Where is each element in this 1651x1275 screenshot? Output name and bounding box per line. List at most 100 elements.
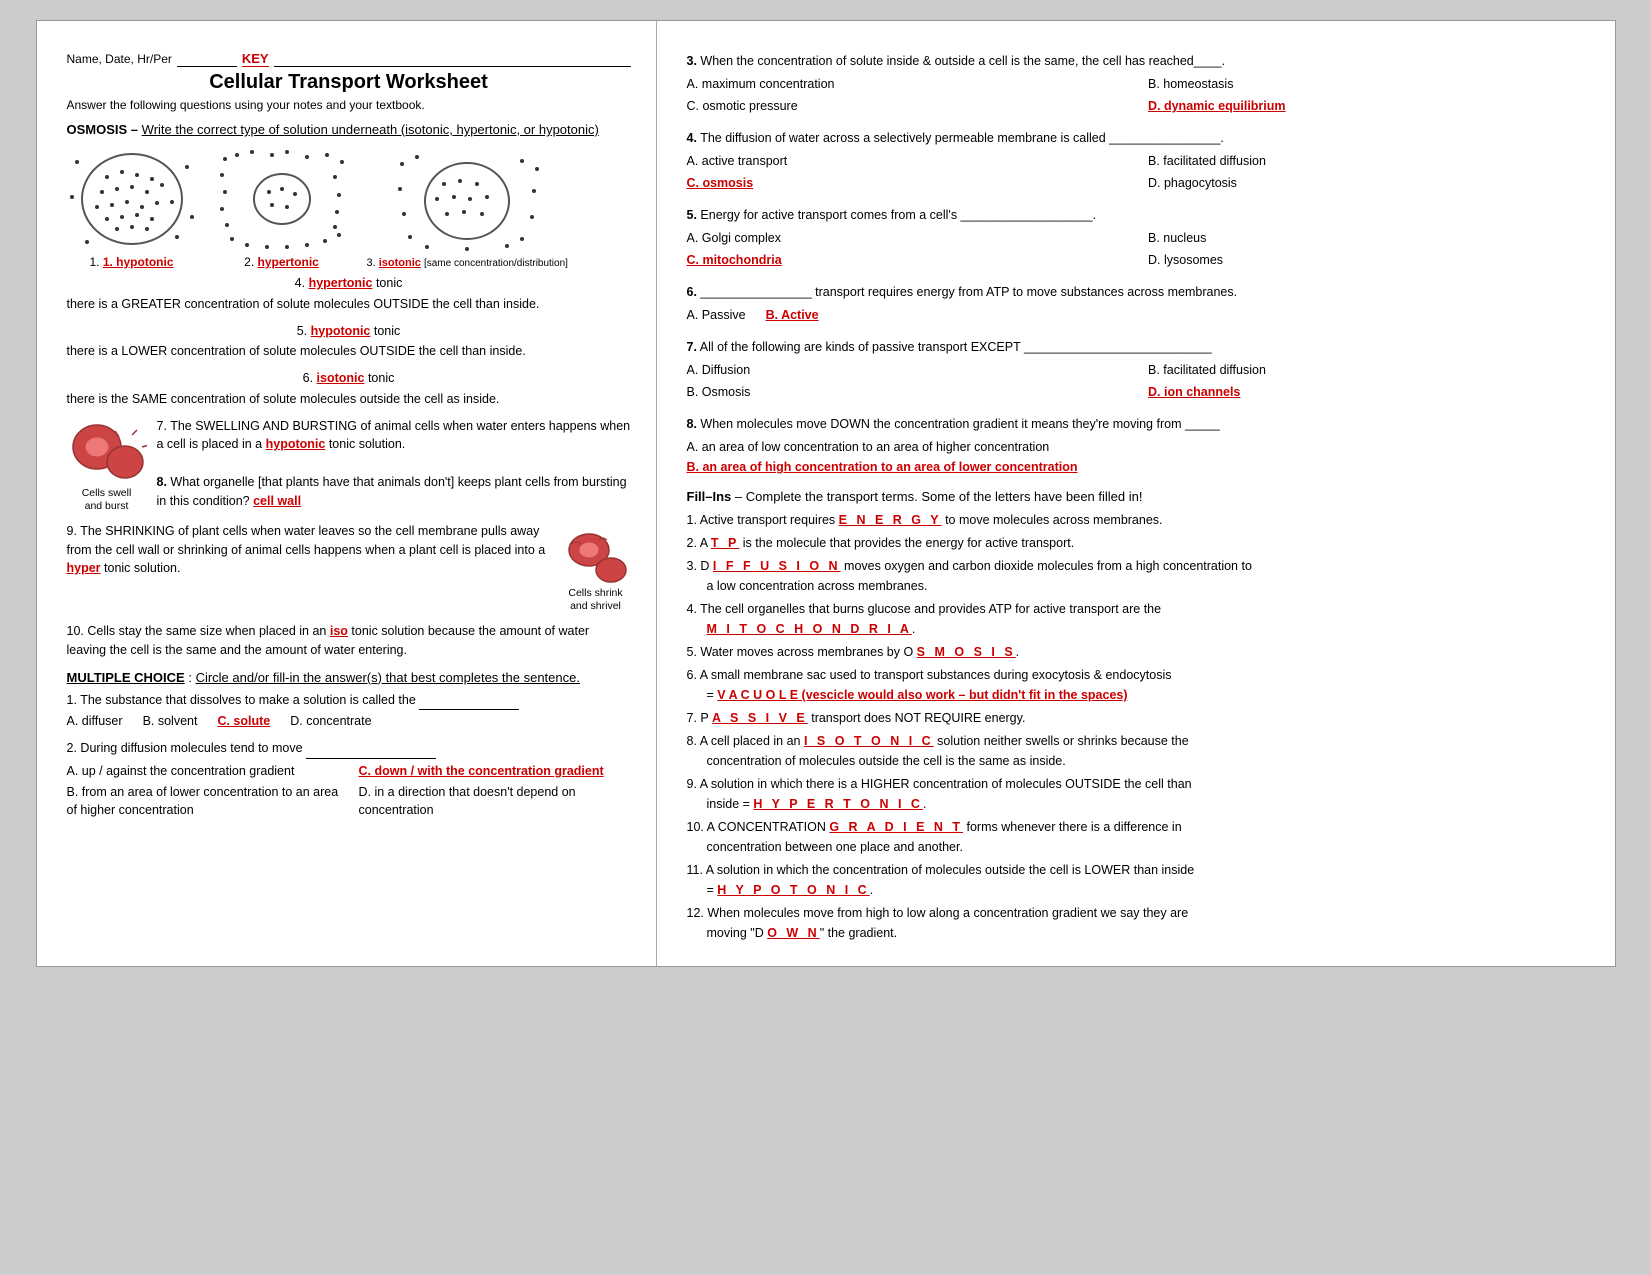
mc2-options: A. up / against the concentration gradie…: [67, 762, 631, 820]
left-column: Name, Date, Hr/Per KEY Cellular Transpor…: [37, 21, 657, 966]
q4-text: tonic: [376, 276, 402, 290]
rq5-block: 5. Energy for active transport comes fro…: [687, 205, 1590, 270]
fill-1: 1. Active transport requires E N E R G Y…: [687, 510, 1590, 530]
rq7-opt-d: D. ion channels: [1148, 382, 1590, 402]
mc2-opt-c: C. down / with the concentration gradien…: [359, 762, 631, 781]
mc1-num: 1.: [67, 693, 77, 707]
rq6-opt-a: A. Passive: [687, 305, 746, 325]
q4-detail: there is a GREATER concentration of solu…: [67, 295, 631, 314]
hypotonic-svg: [67, 147, 197, 252]
fill-5: 5. Water moves across membranes by O S M…: [687, 642, 1590, 662]
rq6-block: 6. ________________ transport requires e…: [687, 282, 1590, 325]
name-label: Name, Date, Hr/Per: [67, 52, 172, 66]
rq8-opt-a: A. an area of low concentration to an ar…: [687, 437, 1590, 457]
rq7-num: 7.: [687, 340, 697, 354]
q9-answer: hyper: [67, 561, 101, 575]
mc1-block: 1. The substance that dissolves to make …: [67, 691, 631, 732]
rq8-text: When molecules move DOWN the concentrati…: [700, 417, 1219, 431]
rq3-options: A. maximum concentration B. homeostasis …: [687, 74, 1590, 116]
rq5-opt-a: A. Golgi complex: [687, 228, 1129, 248]
q9-text-block: 9. The SHRINKING of plant cells when wat…: [67, 522, 551, 578]
q9-container: 9. The SHRINKING of plant cells when wat…: [67, 522, 631, 614]
mc1-opt-c: C. solute: [217, 712, 270, 731]
q5-detail: there is a LOWER concentration of solute…: [67, 342, 631, 361]
mc1-opt-b: B. solvent: [143, 712, 198, 731]
rq5-options: A. Golgi complex B. nucleus C. mitochond…: [687, 228, 1590, 270]
q4-block: 4. hypertonic tonic there is a GREATER c…: [67, 274, 631, 314]
rq5-num: 5.: [687, 208, 697, 222]
q4-answer: hypertonic: [309, 276, 373, 290]
rq5-opt-d: D. lysosomes: [1148, 250, 1590, 270]
mc1-text: The substance that dissolves to make a s…: [80, 693, 416, 707]
q10-block: 10. Cells stay the same size when placed…: [67, 622, 631, 660]
diagram-hypotonic: 1. 1. hypotonic: [67, 147, 197, 269]
cells-shrink-visual: Cells shrinkand shrivel: [561, 522, 631, 614]
rq4-opt-b: B. facilitated diffusion: [1148, 151, 1590, 171]
q9-text2: tonic solution.: [104, 561, 180, 575]
diagram-hypertonic: 2. hypertonic: [217, 147, 347, 269]
rq6-opt-b: B. Active: [766, 305, 819, 325]
page-title: Cellular Transport Worksheet: [67, 71, 631, 94]
rq4-opt-a: A. active transport: [687, 151, 1129, 171]
q5-block: 5. hypotonic tonic there is a LOWER conc…: [67, 322, 631, 362]
q8-answer: cell wall: [253, 494, 301, 508]
rq7-options: A. Diffusion B. facilitated diffusion B.…: [687, 360, 1590, 402]
rq5-opt-b: B. nucleus: [1148, 228, 1590, 248]
fill-6: 6. A small membrane sac used to transpor…: [687, 665, 1590, 705]
q5-text: tonic: [374, 324, 400, 338]
q7-num: 7.: [157, 419, 167, 433]
q9-text1: The SHRINKING of plant cells when water …: [67, 524, 546, 557]
mc2-opt-d: D. in a direction that doesn't depend on…: [359, 783, 631, 821]
mc2-block: 2. During diffusion molecules tend to mo…: [67, 739, 631, 820]
q10-answer: iso: [330, 624, 348, 638]
key-text: KEY: [242, 51, 269, 67]
rq3-opt-a: A. maximum concentration: [687, 74, 1129, 94]
fill-7: 7. P A S S I V E transport does NOT REQU…: [687, 708, 1590, 728]
q10-text1: Cells stay the same size when placed in …: [87, 624, 326, 638]
cells-swell-visual: Cells swelland burst: [67, 417, 147, 514]
rq8-num: 8.: [687, 417, 697, 431]
diagram-label-1: 1. 1. hypotonic: [89, 255, 173, 269]
name-line: Name, Date, Hr/Per KEY: [67, 51, 631, 67]
diagram-isotonic: 3. isotonic [same concentration/distribu…: [367, 149, 568, 269]
q7-container: Cells swelland burst 7. The SWELLING AND…: [67, 417, 631, 514]
cells-shrink-svg: [561, 522, 631, 587]
cells-shrink-label: Cells shrinkand shrivel: [568, 587, 622, 614]
mc2-opt-b: B. from an area of lower concentration t…: [67, 783, 339, 821]
fill-ins-header: Fill–Ins – Complete the transport terms.…: [687, 489, 1590, 504]
fill-2: 2. A T P is the molecule that provides t…: [687, 533, 1590, 553]
isotonic-svg: [392, 149, 542, 254]
q5-num: 5.: [297, 324, 307, 338]
q6-answer: isotonic: [317, 371, 365, 385]
rq6-text: ________________ transport requires ener…: [700, 285, 1237, 299]
rq7-opt-b: B. Osmosis: [687, 382, 1129, 402]
fill-ins-section: Fill–Ins – Complete the transport terms.…: [687, 489, 1590, 943]
mc-header: MULTIPLE CHOICE : Circle and/or fill-in …: [67, 670, 631, 685]
q7-answer: hypotonic: [266, 437, 326, 451]
rq3-opt-d: D. dynamic equilibrium: [1148, 96, 1590, 116]
q10-num: 10.: [67, 624, 84, 638]
rq4-text: The diffusion of water across a selectiv…: [700, 131, 1224, 145]
q7-text2: tonic solution.: [329, 437, 405, 451]
q8-text: What organelle [that plants have that an…: [157, 475, 627, 508]
q9-num: 9.: [67, 524, 77, 538]
diagram-label-3: 3. isotonic [same concentration/distribu…: [367, 257, 568, 269]
page-container: Name, Date, Hr/Per KEY Cellular Transpor…: [36, 20, 1616, 967]
q6-text: tonic: [368, 371, 394, 385]
rq4-opt-c: C. osmosis: [687, 173, 1129, 193]
rq8-block: 8. When molecules move DOWN the concentr…: [687, 414, 1590, 477]
mc1-opt-a: A. diffuser: [67, 712, 123, 731]
rq7-opt-a: A. Diffusion: [687, 360, 1129, 380]
fill-12: 12. When molecules move from high to low…: [687, 903, 1590, 943]
osmosis-section: OSMOSIS – Write the correct type of solu…: [67, 122, 631, 409]
mc1-opt-d: D. concentrate: [290, 712, 371, 731]
hypertonic-svg: [217, 147, 347, 252]
fill-11: 11. A solution in which the concentratio…: [687, 860, 1590, 900]
q6-detail: there is the SAME concentration of solut…: [67, 390, 631, 409]
rq3-text: When the concentration of solute inside …: [700, 54, 1225, 68]
q5-answer: hypotonic: [311, 324, 371, 338]
page-subtitle: Answer the following questions using you…: [67, 98, 631, 112]
fill-8: 8. A cell placed in an I S O T O N I C s…: [687, 731, 1590, 771]
rq5-text: Energy for active transport comes from a…: [700, 208, 1096, 222]
rq3-block: 3. When the concentration of solute insi…: [687, 51, 1590, 116]
